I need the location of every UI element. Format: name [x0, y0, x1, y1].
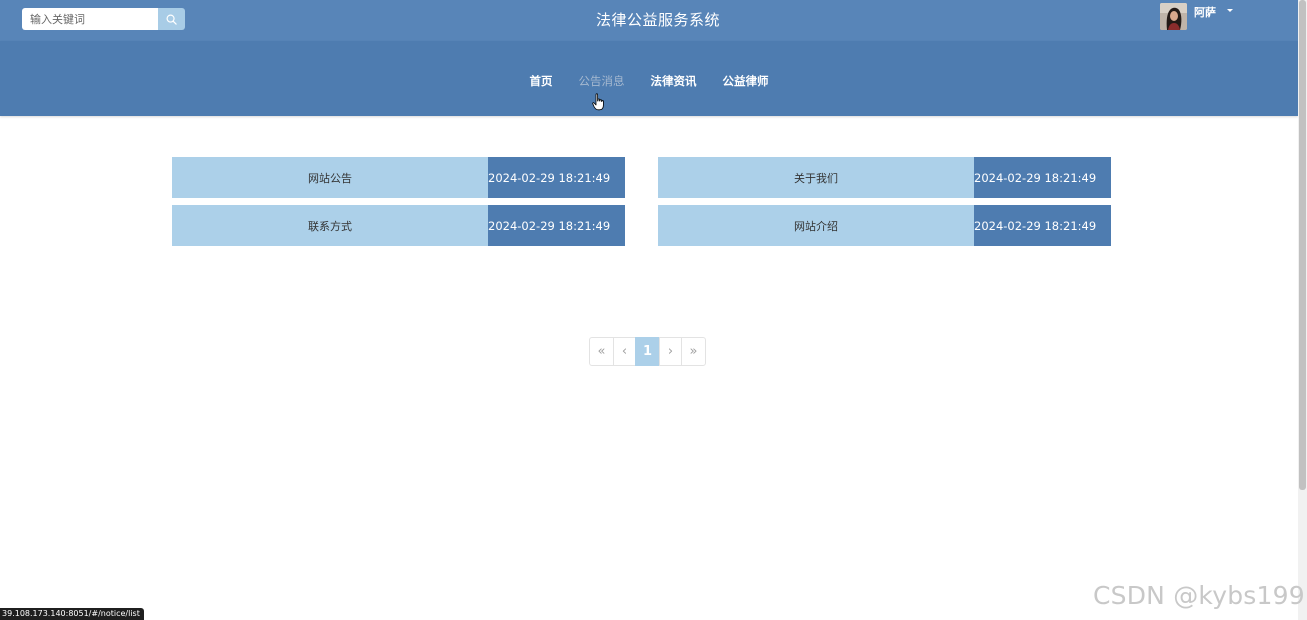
notice-time: 2024-02-29 18:21:49: [974, 157, 1111, 198]
nav-item-lawyers[interactable]: 公益律师: [723, 73, 769, 89]
prev-page-button[interactable]: ‹: [613, 337, 636, 366]
notice-item[interactable]: 关于我们 2024-02-29 18:21:49: [658, 157, 1111, 198]
avatar[interactable]: [1160, 3, 1187, 30]
scrollbar-thumb[interactable]: [1299, 0, 1306, 490]
avatar-image: [1160, 3, 1187, 30]
status-bar-url: 39.108.173.140:8051/#/notice/list: [0, 608, 144, 620]
nav-item-legal-news[interactable]: 法律资讯: [651, 73, 697, 89]
notice-title[interactable]: 网站公告: [172, 157, 488, 198]
hand-pointer-icon: [592, 93, 604, 111]
notice-item[interactable]: 网站介绍 2024-02-29 18:21:49: [658, 205, 1111, 246]
next-page-button[interactable]: ›: [659, 337, 682, 366]
notice-item[interactable]: 联系方式 2024-02-29 18:21:49: [172, 205, 625, 246]
nav-links: 首页 公告消息 法律资讯 公益律师: [0, 73, 1298, 89]
username[interactable]: 阿萨: [1194, 4, 1216, 20]
site-title: 法律公益服务系统: [595, 11, 720, 29]
page: 法律公益服务系统 阿萨 首页 公告消息 法律资讯 公益律师: [0, 0, 1307, 620]
pagination: « ‹ 1 › »: [589, 337, 706, 366]
top-header-bar: 法律公益服务系统 阿萨: [0, 0, 1298, 41]
notice-item[interactable]: 网站公告 2024-02-29 18:21:49: [172, 157, 625, 198]
nav-item-notices[interactable]: 公告消息: [579, 73, 625, 89]
notice-title[interactable]: 网站介绍: [658, 205, 974, 246]
first-page-button[interactable]: «: [589, 337, 614, 366]
page-number-button[interactable]: 1: [635, 337, 660, 366]
notice-time: 2024-02-29 18:21:49: [488, 205, 625, 246]
notice-time: 2024-02-29 18:21:49: [974, 205, 1111, 246]
main-nav-bar: 首页 公告消息 法律资讯 公益律师: [0, 41, 1298, 116]
vertical-scrollbar[interactable]: [1298, 0, 1307, 620]
last-page-button[interactable]: »: [681, 337, 706, 366]
watermark: CSDN @kybs1991: [1093, 581, 1307, 610]
user-menu[interactable]: 阿萨: [1160, 3, 1233, 30]
notice-time: 2024-02-29 18:21:49: [488, 157, 625, 198]
nav-item-home[interactable]: 首页: [530, 73, 553, 89]
notice-title[interactable]: 关于我们: [658, 157, 974, 198]
caret-down-icon[interactable]: [1227, 9, 1233, 12]
notice-title[interactable]: 联系方式: [172, 205, 488, 246]
